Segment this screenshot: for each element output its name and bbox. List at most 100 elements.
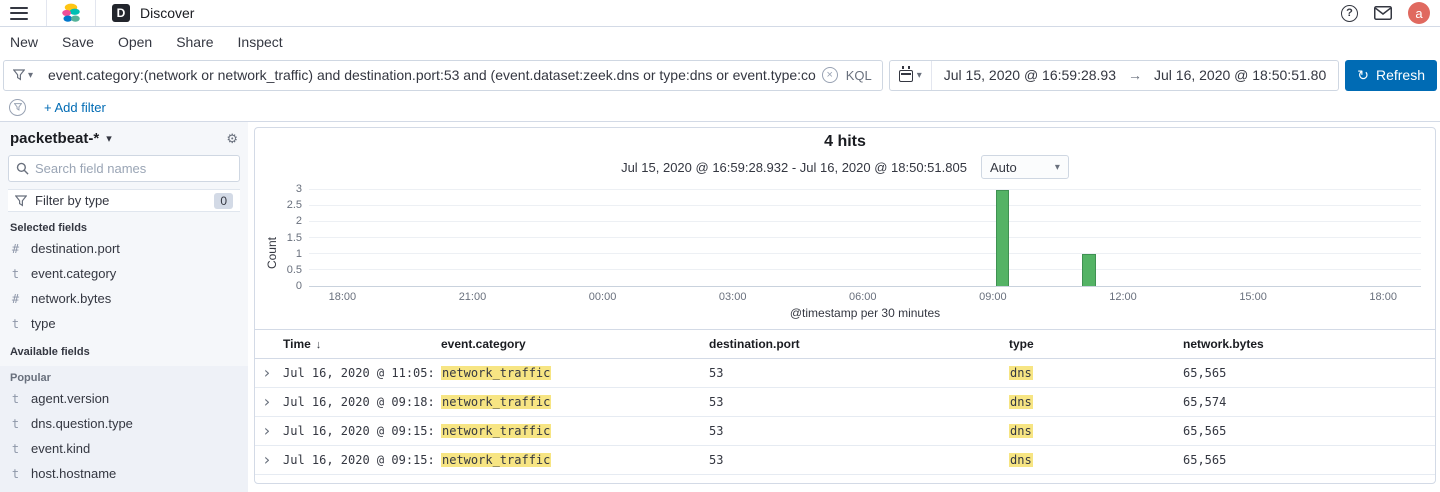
field-item[interactable]: t event.category [8, 261, 240, 286]
chevron-down-icon: ▾ [28, 70, 33, 81]
saved-query-menu-button[interactable]: ▾ [4, 61, 42, 90]
field-name: network.bytes [31, 291, 111, 306]
saved-queries-icon[interactable] [9, 99, 26, 116]
y-axis-title: Count [265, 237, 279, 269]
field-item[interactable]: t agent.version [8, 386, 240, 411]
cell-network-bytes: 65,565 [1177, 446, 1435, 475]
expand-row-button[interactable]: › [262, 423, 272, 439]
page-title: Discover [140, 5, 194, 21]
field-type-icon: t [10, 267, 21, 281]
field-type-icon: t [10, 392, 21, 406]
menu-icon[interactable] [10, 7, 28, 20]
chevron-right-icon: › [262, 363, 272, 382]
field-type-icon: t [10, 417, 21, 431]
query-language-button[interactable]: KQL [846, 68, 882, 83]
question-glyph: ? [1346, 7, 1353, 19]
field-item[interactable]: t event.kind [8, 436, 240, 461]
query-input-box: ▾ × KQL [3, 60, 883, 91]
expand-cell: › [255, 417, 277, 446]
cell-destination-port: 53 [703, 417, 1003, 446]
top-nav-menu: New Save Open Share Inspect [0, 27, 1440, 57]
chevron-down-icon: ▾ [106, 132, 112, 145]
column-header-network.bytes[interactable]: network.bytes [1177, 330, 1435, 359]
gridline [309, 205, 1421, 206]
nav-item-save[interactable]: Save [62, 34, 94, 50]
date-picker-quick-menu[interactable]: ▾ [890, 61, 932, 90]
field-item[interactable]: t type [8, 311, 240, 336]
column-header-destination.port[interactable]: destination.port [703, 330, 1003, 359]
index-pattern-selector[interactable]: packetbeat-* ▾ ⚙ [8, 128, 240, 155]
end-date[interactable]: Jul 16, 2020 @ 18:50:51.80 [1142, 67, 1338, 83]
gridline [309, 237, 1421, 238]
expand-row-button[interactable]: › [262, 365, 272, 381]
interval-select[interactable]: Auto ▾ [981, 155, 1069, 179]
app-header: D Discover ? a [0, 0, 1440, 27]
y-tick-label: 2.5 [287, 199, 302, 211]
elastic-logo[interactable] [61, 3, 81, 23]
x-tick-label: 12:00 [1109, 291, 1137, 303]
kibana-discover-page: { "header": { "title": "Discover", "app_… [0, 0, 1440, 492]
x-tick-label: 03:00 [719, 291, 747, 303]
y-tick-label: 2 [296, 215, 302, 227]
user-avatar[interactable]: a [1408, 2, 1430, 24]
clear-query-icon[interactable]: × [822, 67, 838, 83]
histogram-bar[interactable] [996, 190, 1009, 286]
avatar-initial: a [1415, 6, 1422, 21]
nav-item-new[interactable]: New [10, 34, 38, 50]
field-search-input[interactable] [35, 161, 232, 176]
column-header-event.category[interactable]: event.category [435, 330, 703, 359]
x-tick-label: 21:00 [459, 291, 487, 303]
field-item[interactable]: # network.bytes [8, 286, 240, 311]
nav-item-share[interactable]: Share [176, 34, 213, 50]
filter-by-type-toggle[interactable]: Filter by type 0 [8, 189, 240, 212]
chevron-right-icon: › [262, 392, 272, 411]
field-type-icon: t [10, 317, 21, 331]
cell-time: Jul 16, 2020 @ 09:15:11.381 [277, 417, 435, 446]
nav-item-inspect[interactable]: Inspect [238, 34, 283, 50]
histogram-chart: Count 00.511.522.53 18:0021:0000:0003:00… [265, 187, 1421, 320]
gear-icon[interactable]: ⚙ [226, 131, 238, 147]
field-type-icon: t [10, 442, 21, 456]
chevron-right-icon: › [262, 421, 272, 440]
add-filter-button[interactable]: + Add filter [44, 100, 106, 115]
query-input[interactable] [42, 67, 822, 83]
filter-small-icon [14, 103, 22, 111]
histogram-bar[interactable] [1082, 254, 1095, 286]
field-name: agent.version [31, 391, 109, 406]
cell-network-bytes: 65,565 [1177, 359, 1435, 388]
x-tick-label: 09:00 [979, 291, 1007, 303]
date-picker: ▾ Jul 15, 2020 @ 16:59:28.93 → Jul 16, 2… [889, 60, 1340, 91]
expand-column-header [255, 330, 277, 359]
field-item[interactable]: t host.hostname [8, 461, 240, 486]
x-tick-label: 18:00 [1369, 291, 1397, 303]
hits-count: 4 [824, 133, 833, 150]
nav-item-open[interactable]: Open [118, 34, 152, 50]
column-label: type [1009, 337, 1034, 351]
cell-network-bytes: 65,574 [1177, 388, 1435, 417]
expand-row-button[interactable]: › [262, 394, 272, 410]
x-tick-label: 15:00 [1239, 291, 1267, 303]
start-date[interactable]: Jul 15, 2020 @ 16:59:28.93 [932, 67, 1128, 83]
plot-column: 18:0021:0000:0003:0006:0009:0012:0015:00… [309, 187, 1421, 320]
expand-row-button[interactable]: › [262, 452, 272, 468]
y-tick-label: 0 [296, 280, 302, 292]
field-name: event.category [31, 266, 116, 281]
help-icon[interactable]: ? [1341, 5, 1358, 22]
mail-icon[interactable] [1374, 6, 1392, 20]
query-bar: ▾ × KQL ▾ Jul 15, 2020 @ 16:59:28.93 → J… [0, 57, 1440, 93]
column-header-Time[interactable]: Time↓ [277, 330, 435, 359]
histogram-plot[interactable] [309, 187, 1421, 287]
app-icon-letter: D [117, 6, 126, 20]
arrow-right-icon: → [1128, 67, 1142, 83]
cell-event-category: network_traffic [435, 359, 703, 388]
y-tick-label: 1 [296, 248, 302, 260]
x-tick-label: 00:00 [589, 291, 617, 303]
hits-label: hits [837, 133, 865, 150]
column-header-type[interactable]: type [1003, 330, 1177, 359]
field-item[interactable]: t host.name [8, 486, 240, 492]
refresh-button[interactable]: ↻ Refresh [1345, 60, 1437, 91]
field-item[interactable]: # destination.port [8, 236, 240, 261]
header-actions: ? a [1341, 2, 1430, 24]
field-item[interactable]: t dns.question.type [8, 411, 240, 436]
cell-event-category: network_traffic [435, 446, 703, 475]
